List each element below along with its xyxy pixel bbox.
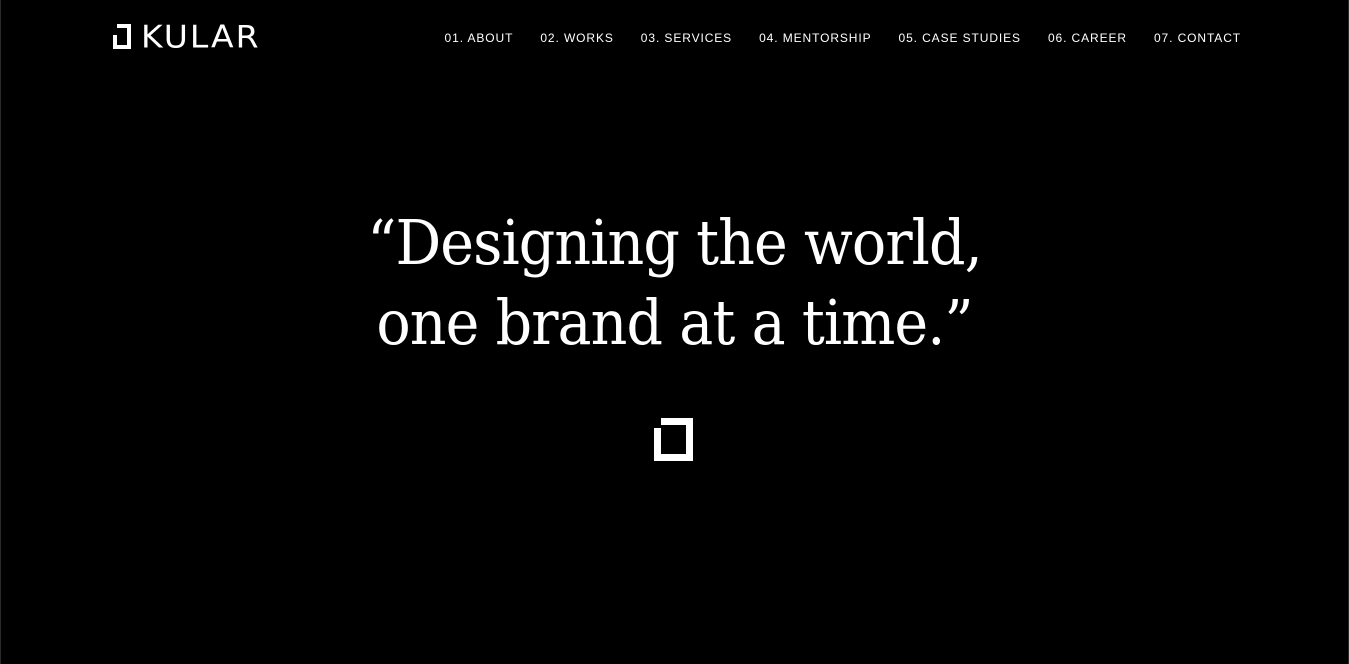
nav-item-mentorship[interactable]: 04. MENTORSHIP — [759, 31, 871, 45]
hero-quote: “Designing the world, one brand at a tim… — [54, 203, 1295, 363]
hero-quote-line-2: one brand at a time.” — [376, 286, 973, 359]
kular-bracket-icon — [113, 24, 131, 49]
nav-item-case-studies[interactable]: 05. CASE STUDIES — [899, 31, 1021, 45]
main-nav: 01. ABOUT 02. WORKS 03. SERVICES 04. MEN… — [418, 31, 1241, 45]
hero-section: “Designing the world, one brand at a tim… — [0, 203, 1349, 363]
hero-quote-line-1: “Designing the world, — [367, 206, 983, 279]
nav-item-about[interactable]: 01. ABOUT — [445, 31, 514, 45]
kular-bracket-icon — [654, 418, 693, 461]
nav-item-works[interactable]: 02. WORKS — [540, 31, 613, 45]
nav-item-contact[interactable]: 07. CONTACT — [1154, 31, 1241, 45]
logo-link[interactable]: KULAR — [111, 17, 261, 56]
nav-item-services[interactable]: 03. SERVICES — [641, 31, 732, 45]
brand-name: KULAR — [141, 17, 261, 56]
nav-item-career[interactable]: 06. CAREER — [1048, 31, 1127, 45]
